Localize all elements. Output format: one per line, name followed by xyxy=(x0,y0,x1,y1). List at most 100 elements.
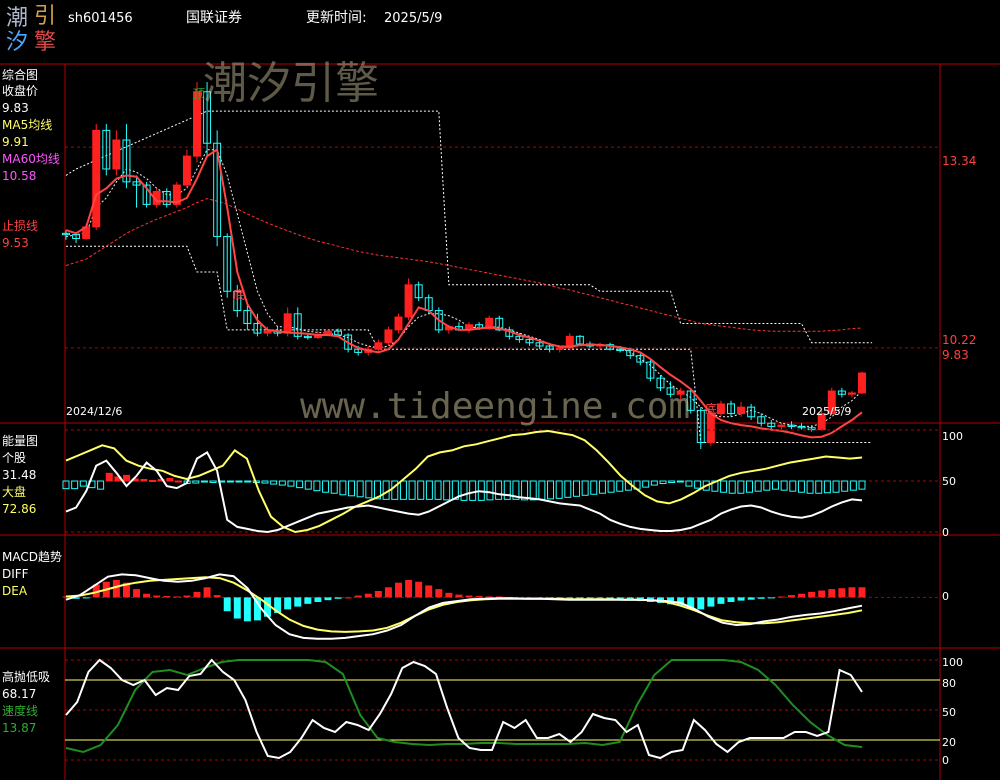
volume-bar xyxy=(581,480,589,496)
macd-bar xyxy=(82,597,90,599)
macd-bar xyxy=(808,591,816,598)
macd-bar xyxy=(405,579,413,598)
volume-bar xyxy=(79,480,87,487)
macd-bar xyxy=(143,593,151,598)
volume-bar xyxy=(226,480,234,483)
volume-bar xyxy=(304,480,312,490)
macd-bar xyxy=(828,589,836,598)
volume-bar xyxy=(296,480,304,489)
macd-bar xyxy=(213,595,221,598)
volume-bar xyxy=(598,480,606,494)
macd-bar xyxy=(455,594,463,598)
macd-bar xyxy=(838,588,846,598)
macd-bar xyxy=(304,597,312,604)
volume-bar xyxy=(62,480,70,490)
volume-bar xyxy=(650,480,658,486)
dea-label: DEA xyxy=(2,584,28,598)
candle-body xyxy=(858,372,866,394)
candle-body xyxy=(112,139,121,170)
stock-energy-line xyxy=(65,450,863,534)
macd-bar xyxy=(384,587,392,598)
volume-bar xyxy=(417,480,425,500)
macd-bar xyxy=(233,597,241,619)
volume-bar xyxy=(200,480,208,483)
volume-bar xyxy=(616,480,624,492)
volume-bar xyxy=(746,480,754,493)
macd-bar xyxy=(475,596,483,598)
macd-bar xyxy=(465,595,473,598)
candle-body xyxy=(555,347,564,350)
macd-bar xyxy=(445,592,453,598)
candle-body xyxy=(283,313,292,334)
stop-label: 止损线 xyxy=(2,219,39,233)
candle-body xyxy=(394,316,403,331)
volume-bar xyxy=(339,480,347,496)
close-value: 9.83 xyxy=(2,101,29,115)
volume-bar xyxy=(789,480,797,492)
macd-bar xyxy=(798,593,806,598)
volume-bar xyxy=(685,480,693,487)
volume-panel-title: 能量图 xyxy=(2,434,39,448)
volume-bar xyxy=(806,480,814,494)
macd-bar xyxy=(193,591,201,598)
ma60-label: MA60均线 xyxy=(2,152,60,166)
ma60-value: 10.58 xyxy=(2,169,37,183)
speed-value: 13.87 xyxy=(2,721,37,735)
volume-bar xyxy=(365,480,373,499)
volume-bar xyxy=(287,480,295,487)
volume-bar xyxy=(771,480,779,490)
volume-bar xyxy=(278,480,286,486)
macd-bar xyxy=(818,590,826,598)
volume-bar xyxy=(815,480,823,494)
volume-bar xyxy=(460,480,468,501)
osc-axis-20: 20 xyxy=(942,736,956,749)
osc-axis-80: 80 xyxy=(942,677,956,690)
speed-label: 速度线 xyxy=(2,704,39,718)
stock-energy-value: 31.48 xyxy=(2,468,37,482)
volume-bar xyxy=(270,480,278,485)
volume-bar xyxy=(105,472,113,482)
volume-bar xyxy=(140,478,148,482)
volume-bar xyxy=(763,480,771,491)
watermark-url: www.tideengine.com xyxy=(300,386,691,427)
candle-body xyxy=(384,329,393,344)
volume-bar xyxy=(149,479,157,482)
volume-bar xyxy=(547,480,555,500)
volume-bar xyxy=(495,480,503,500)
volume-bar xyxy=(590,480,598,495)
right-label-last: 9.83 xyxy=(942,348,969,362)
macd-bar xyxy=(203,587,211,598)
macd-bar xyxy=(485,596,493,598)
volume-bar xyxy=(192,480,200,484)
candle-body xyxy=(716,403,725,415)
volume-bar xyxy=(737,480,745,494)
macd-bar xyxy=(243,597,251,622)
volume-bar xyxy=(313,480,321,492)
right-label-high: 13.34 xyxy=(942,154,977,168)
macd-bar xyxy=(747,597,755,600)
macd-bar xyxy=(697,597,705,610)
macd-bar xyxy=(223,597,231,612)
macd-bar xyxy=(767,597,775,599)
osc-axis-100: 100 xyxy=(942,656,963,669)
osc-axis-0: 0 xyxy=(942,754,949,767)
volume-bar xyxy=(166,477,174,482)
market-energy-value: 72.86 xyxy=(2,502,37,516)
end-date: 2025/5/9 xyxy=(802,405,852,418)
macd-bar xyxy=(395,582,402,598)
candle-body xyxy=(374,342,383,350)
volume-bar xyxy=(71,480,79,490)
upper-band-line xyxy=(65,110,873,344)
macd-axis-0: 0 xyxy=(942,590,949,603)
price-panel-title: 综合图 xyxy=(2,68,39,82)
volume-bar xyxy=(659,480,667,485)
volume-bar xyxy=(564,480,572,498)
ma60-line xyxy=(65,198,863,332)
macd-bar xyxy=(284,597,292,610)
macd-panel-title: MACD趋势 xyxy=(2,550,62,564)
macd-bar xyxy=(153,595,161,598)
volume-bar xyxy=(642,480,650,488)
macd-bar xyxy=(163,596,171,598)
volume-bar xyxy=(486,480,494,501)
volume-bar xyxy=(235,480,243,483)
